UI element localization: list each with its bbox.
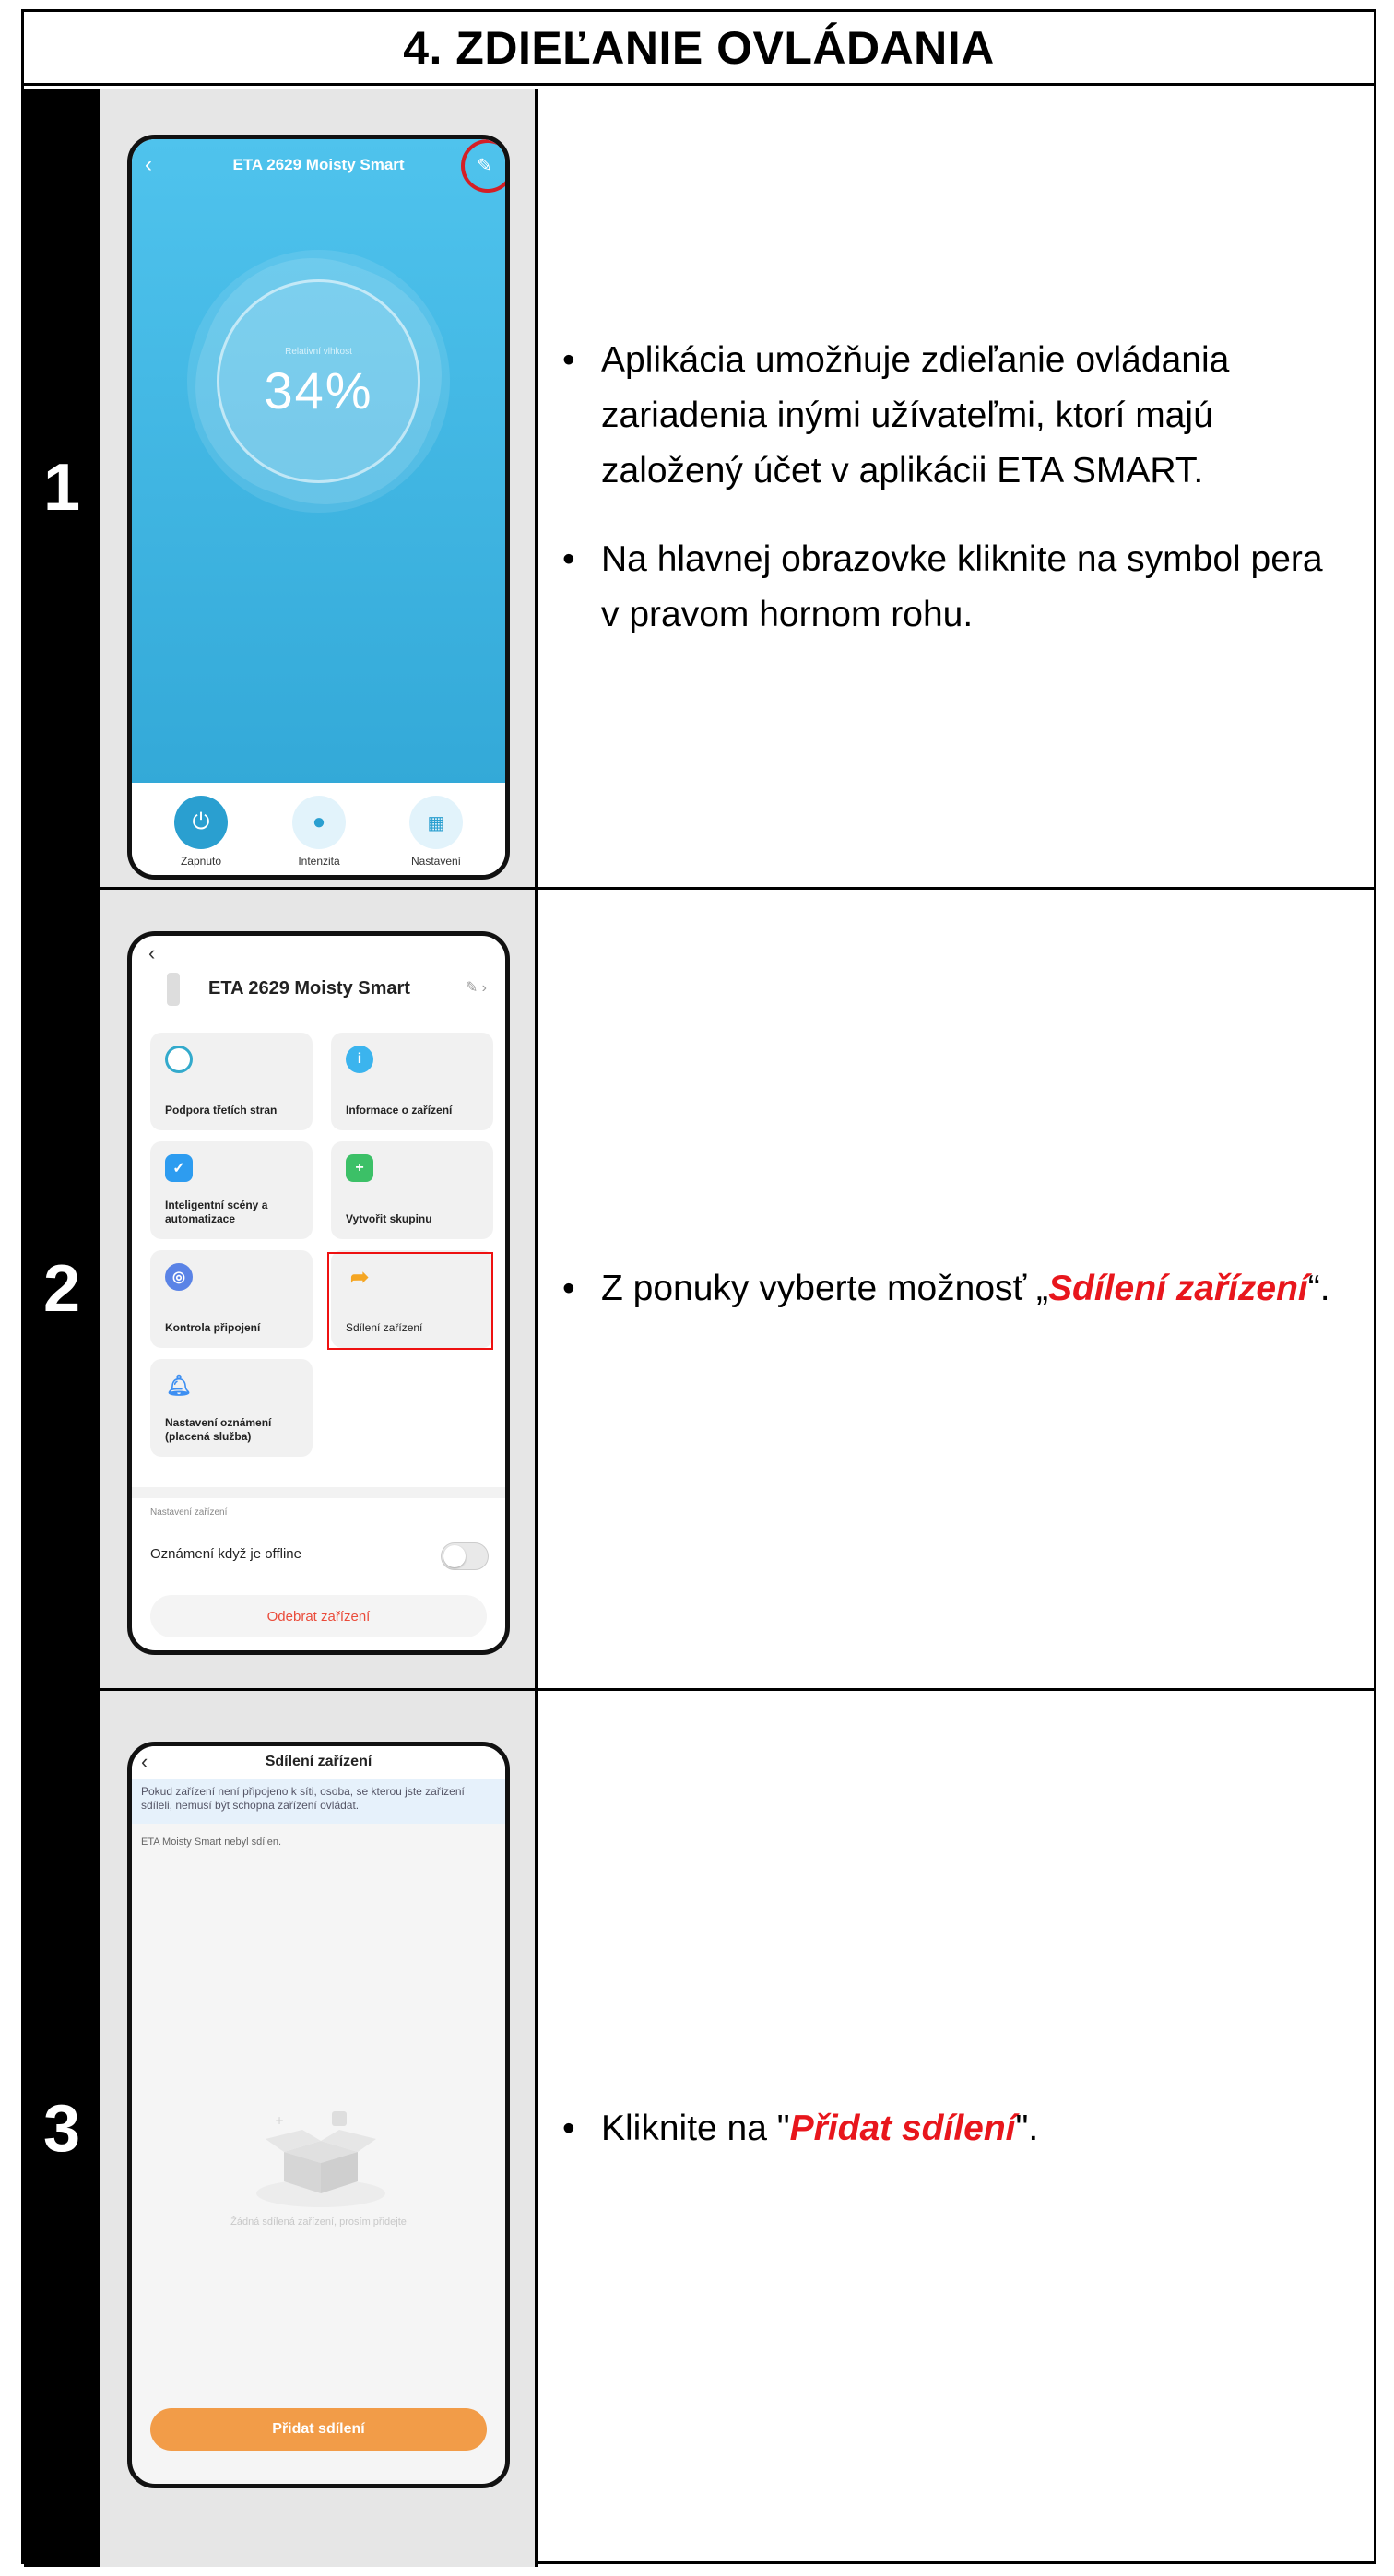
empty-state-text: Žádná sdílená zařízení, prosím přidejte: [230, 2216, 407, 2227]
network-notice: Pokud zařízení není připojeno k síti, os…: [132, 1779, 505, 1824]
group-add-icon: +: [346, 1154, 373, 1182]
intensity-button[interactable]: ● Intenzita: [291, 796, 347, 868]
step-number-cell: 2: [24, 890, 100, 1688]
bullet-item: • Kliknite na "Přidat sdílení".: [562, 2101, 1346, 2157]
section-label: Nastavení zařízení: [150, 1507, 228, 1518]
instruction-table: 4. ZDIEĽANIE OVLÁDANIA 1 ‹ ETA 2629 Mois…: [21, 9, 1376, 2567]
phone-screenshot-main: ‹ ETA 2629 Moisty Smart ✎ Relativní vlhk…: [127, 135, 510, 880]
bell-icon: 🔔︎: [166, 1374, 192, 1397]
device-title: ETA 2629 Moisty Smart: [208, 978, 410, 998]
highlight-box: [327, 1252, 493, 1350]
power-button[interactable]: ⏻ Zapnuto: [173, 796, 229, 868]
add-share-button[interactable]: Přidat sdílení: [150, 2408, 487, 2451]
instruction-text-cell: • Aplikácia umožňuje zdieľanie ovládania…: [540, 89, 1374, 887]
instruction-text-cell: • Z ponuky vyberte možnosť „Sdílení zaří…: [540, 890, 1374, 1688]
screen-title: Sdílení zařízení: [265, 1754, 372, 1769]
bullet-text: Na hlavnej obrazovke kliknite na symbol …: [601, 539, 1323, 634]
step-number-cell: 1: [24, 89, 100, 887]
info-icon: i: [346, 1046, 373, 1073]
tile-label: Kontrola připojení: [165, 1321, 261, 1334]
intensity-label: Intenzita: [298, 855, 340, 868]
back-icon: ‹: [148, 941, 156, 964]
highlight-circle: [461, 139, 505, 193]
tile-label: Informace o zařízení: [346, 1104, 453, 1117]
offline-notify-label: Oznámení když je offline: [150, 1546, 301, 1562]
bullet-prefix: Z ponuky vyberte možnosť „: [601, 1269, 1048, 1308]
step-row-1: 1 ‹ ETA 2629 Moisty Smart ✎ Relativní vl…: [24, 89, 1374, 890]
grid-icon: ▦: [409, 796, 463, 849]
share-status: ETA Moisty Smart nebyl sdílen.: [141, 1837, 282, 1848]
signal-icon: ◎: [165, 1263, 193, 1291]
edit-chevron-icon: ✎ ›: [465, 980, 487, 996]
bullet-item: • Z ponuky vyberte možnosť „Sdílení zaří…: [562, 1261, 1346, 1317]
screenshot-cell: ‹ Sdílení zařízení Pokud zařízení není p…: [100, 1691, 538, 2567]
gauge-label: Relativní vlhkost: [285, 347, 352, 357]
bottom-control-bar: ⏻ Zapnuto ● Intenzita ▦ Nastavení: [132, 783, 505, 875]
empty-box-icon: +: [256, 2111, 385, 2207]
power-icon: ⏻: [174, 796, 228, 849]
bullet-suffix: “.: [1307, 1269, 1330, 1308]
tile-label: Nastavení oznámení (placená služba): [165, 1416, 272, 1443]
screenshot-cell: ‹ ETA 2629 Moisty Smart ✎ › Podpora třet…: [100, 890, 538, 1688]
phone-screenshot-settings: ‹ ETA 2629 Moisty Smart ✎ › Podpora třet…: [127, 931, 510, 1655]
step-row-2: 2 ‹ ETA 2629 Moisty Smart ✎ › Podpora tř…: [24, 890, 1374, 1691]
tile-create-group[interactable]: + Vytvořit skupinu: [331, 1141, 493, 1239]
power-label: Zapnuto: [180, 855, 222, 868]
bullet-suffix: ".: [1015, 2109, 1039, 2148]
tile-connection-check[interactable]: ◎ Kontrola připojení: [150, 1250, 313, 1348]
offline-notify-toggle[interactable]: [441, 1542, 489, 1570]
device-title: ETA 2629 Moisty Smart: [232, 156, 405, 173]
tile-label: Vytvořit skupinu: [346, 1212, 432, 1225]
humidity-value: 34%: [264, 361, 373, 419]
droplet-icon: ●: [292, 796, 346, 849]
settings-label: Nastavení: [410, 855, 462, 868]
step-number: 3: [42, 2092, 81, 2166]
step-number: 1: [42, 451, 81, 525]
tile-device-info[interactable]: i Informace o zařízení: [331, 1033, 493, 1130]
bullet-item: • Na hlavnej obrazovke kliknite na symbo…: [562, 532, 1346, 643]
bullet-item: • Aplikácia umožňuje zdieľanie ovládania…: [562, 333, 1346, 499]
step-number: 2: [42, 1252, 81, 1326]
bullet-text: Kliknite na "Přidat sdílení".: [601, 2101, 1038, 2157]
tile-scenes[interactable]: ✓ Inteligentní scény a automatizace: [150, 1141, 313, 1239]
bullet-text: Z ponuky vyberte možnosť „Sdílení zaříze…: [601, 1261, 1330, 1317]
step-row-3: 3 ‹ Sdílení zařízení Pokud zařízení není…: [24, 1691, 1374, 2567]
top-bar: ‹ Sdílení zařízení: [132, 1746, 505, 1779]
humidity-screen: ‹ ETA 2629 Moisty Smart ✎ Relativní vlhk…: [132, 139, 505, 785]
bullet-prefix: Kliknite na ": [601, 2109, 790, 2148]
screenshot-cell: ‹ ETA 2629 Moisty Smart ✎ Relativní vlhk…: [100, 89, 538, 887]
tile-label: Podpora třetích stran: [165, 1104, 278, 1117]
section-title: 4. ZDIEĽANIE OVLÁDANIA: [403, 21, 995, 74]
check-icon: ✓: [165, 1154, 193, 1182]
tile-third-party[interactable]: Podpora třetích stran: [150, 1033, 313, 1130]
settings-button[interactable]: ▦ Nastavení: [408, 796, 464, 868]
remove-device-button[interactable]: Odebrat zařízení: [150, 1595, 487, 1637]
section-header: 4. ZDIEĽANIE OVLÁDANIA: [24, 12, 1374, 86]
device-thumbnail: [167, 973, 180, 1006]
svg-text:+: +: [275, 2114, 284, 2127]
step-number-cell: 3: [24, 1691, 100, 2567]
tile-label: Inteligentní scény a automatizace: [165, 1199, 268, 1225]
bullet-emphasis: Přidat sdílení: [789, 2109, 1016, 2148]
section-divider: [132, 1487, 505, 1498]
phone-screenshot-sharing: ‹ Sdílení zařízení Pokud zařízení není p…: [127, 1742, 510, 2488]
bullet-emphasis: Sdílení zařízení: [1048, 1269, 1308, 1308]
bullet-text: Aplikácia umožňuje zdieľanie ovládania z…: [601, 340, 1230, 490]
instruction-text-cell: • Kliknite na "Přidat sdílení".: [540, 1691, 1374, 2567]
assistant-icon: [165, 1046, 193, 1073]
tile-notifications[interactable]: 🔔︎ Nastavení oznámení (placená služba): [150, 1359, 313, 1457]
